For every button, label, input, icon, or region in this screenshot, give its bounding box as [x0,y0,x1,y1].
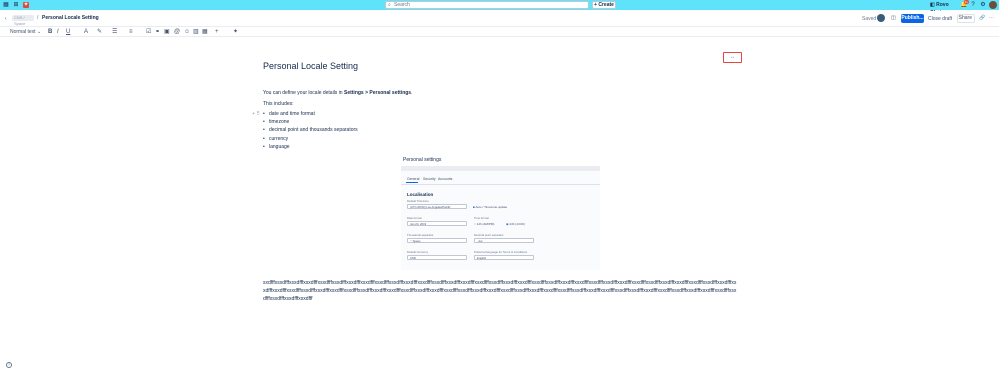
close-draft-button[interactable]: Close draft [928,16,952,22]
intro-bold: Settings > Personal settings [343,90,412,96]
user-avatar[interactable] [989,1,997,9]
page-header: ‹ CNS / Space / Personal Locale Setting … [0,11,999,27]
embed-section-title: Localisation [407,192,434,197]
embed-auto-tz-label: Auto / Timezone update [475,205,508,209]
publish-button[interactable]: Publish... [901,14,924,23]
create-label: Create [598,2,614,8]
locale-bullet-list: date and time format timezone decimal po… [263,110,358,151]
breadcrumb-page[interactable]: Personal Locale Setting [42,15,99,21]
presence-icon[interactable]: ◫ [891,15,896,21]
embed-decimal-label: Decimal point separator [474,233,504,237]
embed-currency-field: USD [407,255,467,260]
italic-icon[interactable]: I [57,28,59,36]
list-item[interactable]: date and time format [263,110,358,118]
saved-status: Saved [862,16,877,22]
grid-icon[interactable]: ⊞ [13,2,19,8]
embed-language-label: Preferred language for Terms & Condition… [474,250,527,254]
highlight-icon[interactable]: ✎ [97,28,102,36]
embed-thousands-field: ' ' Space [407,238,467,243]
embed-tab-general: General [407,177,420,181]
help-icon[interactable]: ? [6,362,12,368]
list-item[interactable]: currency [263,135,358,143]
embed-tab-accounts: Accounts [438,177,453,181]
more-icon[interactable]: ⋯ [989,15,994,21]
text-color-icon[interactable]: A [84,28,88,36]
page-title[interactable]: Personal Locale Setting [263,61,358,71]
search-icon: ⌕ [388,2,391,8]
breadcrumb-space[interactable]: CNS / Space [12,15,34,26]
embed-divider [401,184,600,185]
text-style-label: Normal text [10,29,36,35]
embed-time-24h: ◉ 24h (13:00) [506,222,525,226]
list-item[interactable]: language [263,143,358,151]
embed-time-format-label: Time format [474,216,489,220]
underline-icon[interactable]: U [66,28,70,36]
link-icon[interactable]: 🔗 [979,15,985,21]
rovo-chat-button[interactable]: ◧ Rovo Chat [930,1,958,16]
embed-currency-label: Default Currency [407,250,428,254]
embed-time-24h-label: 24h (13:00) [509,222,525,226]
embed-tab-security: Security [423,177,436,181]
ai-icon[interactable]: ✦ [233,28,238,36]
share-button[interactable]: Share [957,14,975,23]
list-item[interactable]: decimal point and thousands separators [263,126,358,134]
embed-thousands-label: Thousands separator [407,233,434,237]
link-icon[interactable]: ⚭ [155,28,160,36]
embed-time-12h: ○ 12h (AM/PM) [474,222,495,226]
embed-decimal-field: , dot [474,238,534,243]
search-input[interactable]: ⌕ Search [385,1,589,9]
embed-date-format-label: Date format [407,216,422,220]
screenshot-header-bar [401,166,600,171]
table-icon[interactable]: ▦ [202,28,208,36]
settings-screenshot-image[interactable]: General Security Accounts Localisation D… [401,166,600,270]
emoji-icon[interactable]: ☺ [184,28,190,36]
collaborator-avatar[interactable] [877,14,885,22]
embed-timezone-label: Default Timezone [407,199,429,203]
notification-badge: 9+ [964,0,969,4]
embed-timezone-field: (UTC-08:00) Los Angeles/Pacific [407,204,467,209]
search-placeholder: Search [394,2,410,8]
long-text-paragraph[interactable]: sxdfffxsxdfffxsxdfffxsxdfffxsxdfffxsxdff… [263,279,738,303]
bullet-list-icon[interactable]: ☰ [112,28,117,36]
embed-auto-tz: ■ Auto / Timezone update [473,205,507,209]
app-switcher-icon[interactable]: ▦ [3,2,9,8]
mention-icon[interactable]: @ [174,28,180,36]
editor-toolbar: Normal text ⌄ B I U A ✎ ☰ ≡ ☑ ⚭ ▣ @ ☺ ▥ … [0,27,999,37]
collapse-sidebar-icon[interactable]: ‹ [5,16,7,22]
settings-icon[interactable]: ⚙ [980,2,986,8]
task-icon[interactable]: ☑ [146,28,151,36]
intro-prefix: You can define your locale details in [263,90,344,96]
embed-time-12h-label: 12h (AM/PM) [476,222,495,226]
layout-icon[interactable]: ▥ [193,28,199,36]
insert-icon[interactable]: + [215,28,219,36]
list-item[interactable]: timezone [263,118,358,126]
image-icon[interactable]: ▣ [164,28,170,36]
create-button[interactable]: + Create [592,1,616,9]
embed-date-format-field: Jan 23, 2019 [407,221,467,226]
intro-paragraph[interactable]: You can define your locale details in Se… [263,90,412,96]
alignment-icon[interactable]: ≡ [129,28,133,36]
full-width-toggle[interactable]: ↔ [723,52,742,63]
intro-suffix: . [411,90,413,96]
embed-language-field: English [474,255,534,260]
help-icon[interactable]: ? [970,2,976,8]
includes-paragraph[interactable]: This includes: [263,101,294,107]
bold-icon[interactable]: B [48,28,52,36]
text-style-dropdown[interactable]: Normal text ⌄ [10,29,41,35]
image-caption: Personal settings [403,157,442,163]
top-nav: ▦ ⊞ ✦ ⌕ Search + Create ◧ Rovo Chat 🔔 9+… [0,0,999,16]
breadcrumb-separator: / [37,15,39,21]
confluence-logo-icon[interactable]: ✦ [23,2,29,8]
drag-handle-icon[interactable]: + ⠿ [252,111,260,117]
embed-tab-indicator [406,182,418,183]
